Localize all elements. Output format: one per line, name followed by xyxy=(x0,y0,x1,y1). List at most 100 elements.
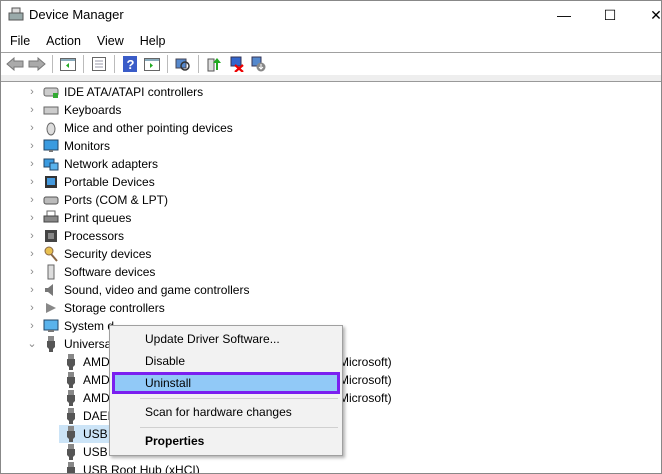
chevron-down-icon[interactable]: ⌄ xyxy=(27,335,37,353)
chevron-right-icon[interactable]: › xyxy=(27,281,37,299)
menu-separator xyxy=(140,398,338,399)
chevron-right-icon[interactable]: › xyxy=(27,245,37,263)
chevron-right-icon[interactable]: › xyxy=(27,263,37,281)
back-icon[interactable] xyxy=(5,55,25,73)
menu-item-uninstall[interactable]: Uninstall xyxy=(112,372,340,394)
uninstall-device-icon[interactable] xyxy=(226,55,246,73)
device-label: AMD xyxy=(83,373,110,387)
tree-category[interactable]: › Processors xyxy=(1,227,661,245)
usb-icon xyxy=(43,336,59,352)
menu-view[interactable]: View xyxy=(89,31,132,51)
maximize-button[interactable]: ☐ xyxy=(587,1,633,29)
menu-action[interactable]: Action xyxy=(38,31,89,51)
storage-icon xyxy=(43,300,59,316)
tree-category[interactable]: › Security devices xyxy=(1,245,661,263)
chevron-right-icon[interactable]: › xyxy=(27,137,37,155)
usb-icon xyxy=(63,372,79,388)
usb-icon xyxy=(63,408,79,424)
forward-icon[interactable] xyxy=(27,55,47,73)
category-label: Portable Devices xyxy=(64,175,155,189)
usb-icon xyxy=(63,444,79,460)
chevron-right-icon[interactable]: › xyxy=(27,227,37,245)
help-icon[interactable]: ? xyxy=(120,55,140,73)
chevron-right-icon[interactable]: › xyxy=(27,209,37,227)
category-label: Ports (COM & LPT) xyxy=(64,193,169,207)
device-manager-icon xyxy=(8,7,24,21)
scan-hardware-icon[interactable] xyxy=(173,55,193,73)
category-label: Software devices xyxy=(64,265,156,279)
show-hide-console-tree-icon[interactable] xyxy=(58,55,78,73)
device-label-suffix: Microsoft) xyxy=(339,391,392,405)
tree-category[interactable]: › Mice and other pointing devices xyxy=(1,119,661,137)
category-label: Print queues xyxy=(64,211,132,225)
network-icon xyxy=(43,156,59,172)
tree-category[interactable]: › Monitors xyxy=(1,137,661,155)
menu-file[interactable]: File xyxy=(1,31,38,51)
category-label: Network adapters xyxy=(64,157,159,171)
category-label: Processors xyxy=(64,229,125,243)
portable-device-icon xyxy=(43,174,59,190)
window-title: Device Manager xyxy=(29,7,124,22)
category-label: Sound, video and game controllers xyxy=(64,283,250,297)
ide-icon xyxy=(43,84,59,100)
tree-category[interactable]: › Software devices xyxy=(1,263,661,281)
category-label: Storage controllers xyxy=(64,301,165,315)
printer-icon xyxy=(43,210,59,226)
menu-item-disable[interactable]: Disable xyxy=(112,350,340,372)
minimize-button[interactable]: — xyxy=(541,1,587,29)
tree-category[interactable]: › Storage controllers xyxy=(1,299,661,317)
tree-category[interactable]: › Print queues xyxy=(1,209,661,227)
software-device-icon xyxy=(43,264,59,280)
computer-icon xyxy=(43,318,59,334)
device-label: USB Root Hub (xHCI) xyxy=(83,463,200,474)
speaker-icon xyxy=(43,282,59,298)
chevron-right-icon[interactable]: › xyxy=(27,299,37,317)
category-label: Mice and other pointing devices xyxy=(64,121,233,135)
toolbar-divider xyxy=(1,75,661,82)
monitor-icon xyxy=(43,138,59,154)
show-action-pane-icon[interactable] xyxy=(142,55,162,73)
tree-category[interactable]: › IDE ATA/ATAPI controllers xyxy=(1,83,661,101)
toolbar: ? xyxy=(1,52,661,75)
chevron-right-icon[interactable]: › xyxy=(27,191,37,209)
category-label: Monitors xyxy=(64,139,111,153)
tree-category[interactable]: › Portable Devices xyxy=(1,173,661,191)
category-label: System d xyxy=(64,319,115,333)
device-manager-window: Device Manager — ☐ ✕ File Action View He… xyxy=(0,0,662,474)
chevron-right-icon[interactable]: › xyxy=(27,101,37,119)
usb-icon xyxy=(63,354,79,370)
category-label: IDE ATA/ATAPI controllers xyxy=(64,85,204,99)
usb-icon xyxy=(63,462,79,473)
chevron-right-icon[interactable]: › xyxy=(27,83,37,101)
usb-device-item[interactable]: USB Root Hub (xHCI) xyxy=(1,461,661,474)
usb-icon xyxy=(63,426,79,442)
menu-bar: File Action View Help xyxy=(1,31,174,51)
usb-icon xyxy=(63,390,79,406)
properties-icon[interactable] xyxy=(89,55,109,73)
title-bar: Device Manager — ☐ ✕ xyxy=(1,1,661,29)
update-driver-icon[interactable] xyxy=(204,55,224,73)
chevron-right-icon[interactable]: › xyxy=(27,173,37,191)
category-label: Keyboards xyxy=(64,103,122,117)
tree-category[interactable]: › Network adapters xyxy=(1,155,661,173)
chevron-right-icon[interactable]: › xyxy=(27,119,37,137)
menu-item-update-driver[interactable]: Update Driver Software... xyxy=(112,328,340,350)
close-button[interactable]: ✕ xyxy=(633,1,661,29)
chevron-right-icon[interactable]: › xyxy=(27,155,37,173)
chevron-right-icon[interactable]: › xyxy=(27,317,37,335)
device-label-suffix: Microsoft) xyxy=(339,373,392,387)
category-label: Universa xyxy=(64,337,112,351)
menu-separator xyxy=(140,427,338,428)
menu-item-properties[interactable]: Properties xyxy=(112,430,340,452)
device-label: AMD xyxy=(83,355,110,369)
disable-device-icon[interactable] xyxy=(248,55,268,73)
port-icon xyxy=(43,192,59,208)
mouse-icon xyxy=(43,120,59,136)
category-label: Security devices xyxy=(64,247,152,261)
tree-category[interactable]: › Keyboards xyxy=(1,101,661,119)
tree-category[interactable]: › Sound, video and game controllers xyxy=(1,281,661,299)
keyboard-icon xyxy=(43,102,59,118)
tree-category[interactable]: › Ports (COM & LPT) xyxy=(1,191,661,209)
menu-help[interactable]: Help xyxy=(132,31,174,51)
menu-item-scan-hardware[interactable]: Scan for hardware changes xyxy=(112,401,340,423)
